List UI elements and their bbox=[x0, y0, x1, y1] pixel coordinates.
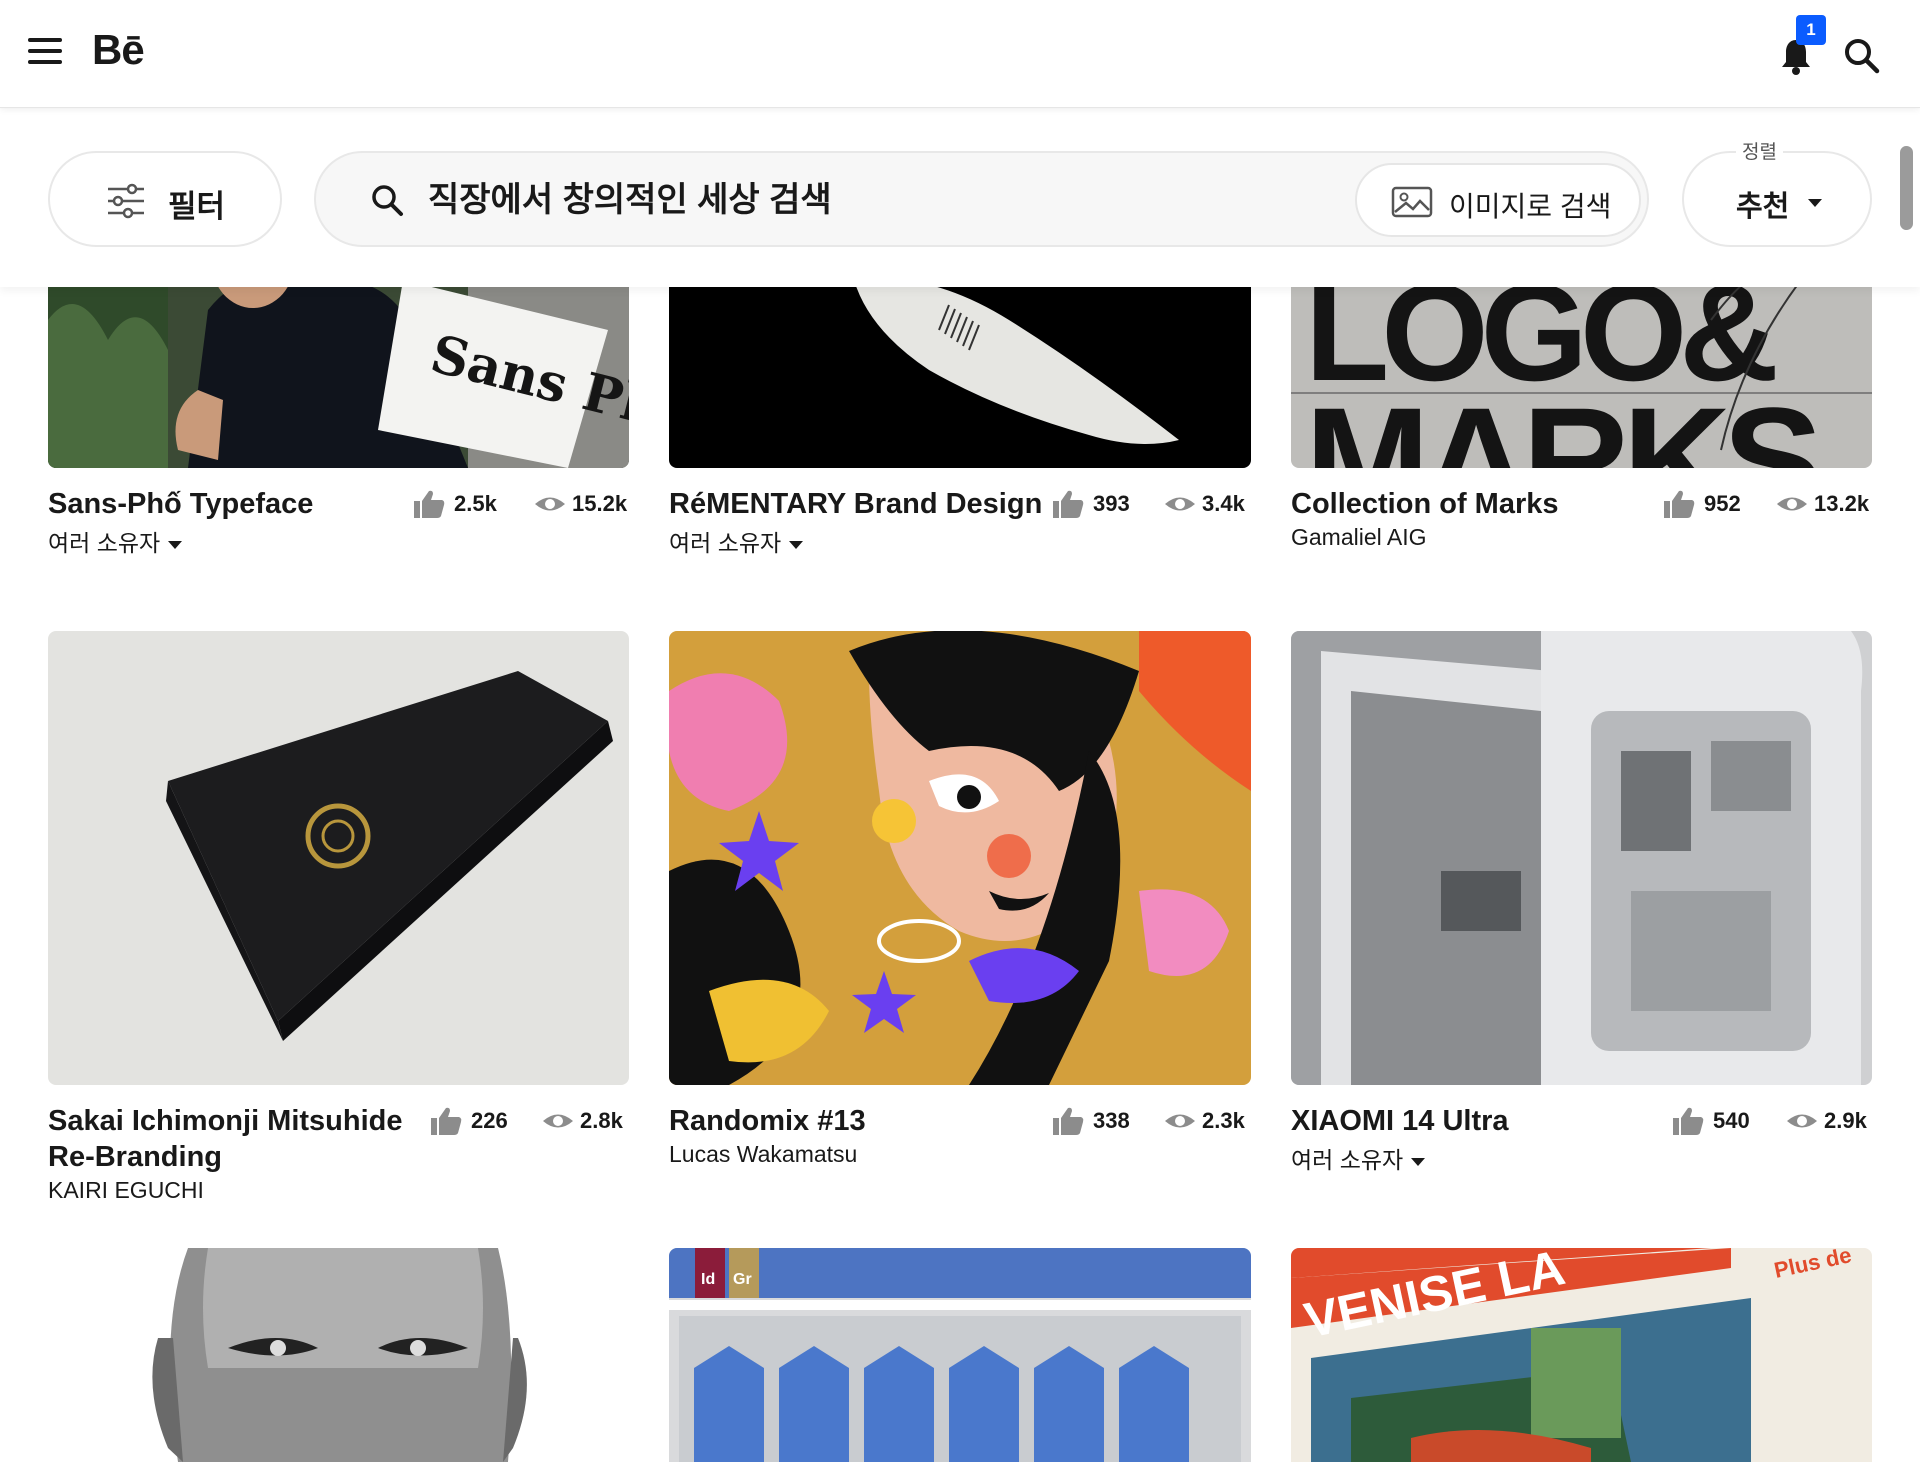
like-count: 952 bbox=[1662, 488, 1748, 520]
project-owner[interactable]: 여러 소유자 bbox=[1291, 1141, 1426, 1175]
chevron-down-icon bbox=[1411, 1157, 1426, 1166]
chevron-down-icon bbox=[1808, 199, 1822, 207]
view-count: 2.9k bbox=[1786, 1105, 1874, 1137]
search-bar: 이미지로 검색 bbox=[314, 151, 1649, 247]
thumbnail-image: Id Gr bbox=[669, 1248, 1251, 1462]
badge-id-text: Id bbox=[701, 1271, 715, 1288]
project-owner[interactable]: Lucas Wakamatsu bbox=[669, 1141, 857, 1168]
sort-caption: 정렬 bbox=[1736, 137, 1783, 164]
thumbs-up-icon bbox=[1673, 1107, 1704, 1135]
view-count: 13.2k bbox=[1776, 488, 1872, 520]
view-count: 2.3k bbox=[1164, 1105, 1252, 1137]
filter-label: 필터 bbox=[168, 189, 226, 224]
chevron-down-icon bbox=[168, 540, 183, 549]
menu-icon[interactable] bbox=[28, 38, 62, 68]
project-title[interactable]: Sans-Phố Typeface bbox=[48, 486, 313, 522]
chevron-down-icon bbox=[789, 540, 804, 549]
thumbs-up-icon bbox=[1664, 490, 1695, 518]
thumbs-up-icon bbox=[414, 490, 445, 518]
thumbnail-image bbox=[1291, 631, 1872, 1085]
badge-gr-text: Gr bbox=[733, 1271, 752, 1288]
project-owner[interactable]: 여러 소유자 bbox=[48, 524, 183, 558]
project-thumbnail[interactable]: VENISE LA Plus de bbox=[1291, 1248, 1872, 1462]
search-input[interactable] bbox=[428, 173, 1208, 227]
view-count: 15.2k bbox=[534, 488, 630, 520]
thumbs-up-icon bbox=[1053, 1107, 1084, 1135]
thumbnail-image: VENISE LA Plus de bbox=[1291, 1248, 1872, 1462]
eye-icon bbox=[543, 1114, 573, 1128]
search-icon[interactable] bbox=[1842, 36, 1882, 76]
like-count: 540 bbox=[1671, 1105, 1757, 1137]
like-count: 393 bbox=[1051, 488, 1137, 520]
project-title[interactable]: RéMENTARY Brand Design bbox=[669, 486, 1042, 522]
project-title[interactable]: Randomix #13 bbox=[669, 1103, 866, 1139]
top-navigation-bar: Bē 1 bbox=[0, 0, 1920, 108]
like-count: 226 bbox=[429, 1105, 515, 1137]
project-title[interactable]: Collection of Marks bbox=[1291, 486, 1559, 522]
thumbnail-image bbox=[48, 631, 629, 1085]
thumbs-up-icon bbox=[1053, 490, 1084, 518]
project-title[interactable]: Sakai Ichimonji Mitsuhide Re-Branding bbox=[48, 1103, 403, 1175]
eye-icon bbox=[1165, 1114, 1195, 1128]
image-search-button[interactable]: 이미지로 검색 bbox=[1355, 163, 1641, 237]
project-thumbnail[interactable] bbox=[48, 631, 629, 1085]
project-thumbnail[interactable]: Id Gr bbox=[669, 1248, 1251, 1462]
thumbs-up-icon bbox=[431, 1107, 462, 1135]
scrollbar[interactable] bbox=[1900, 146, 1913, 230]
thumbnail-image bbox=[48, 1248, 629, 1462]
project-owner[interactable]: Gamaliel AIG bbox=[1291, 524, 1427, 551]
sort-value: 추천 bbox=[1736, 191, 1790, 223]
project-owner[interactable]: 여러 소유자 bbox=[669, 524, 804, 558]
sort-dropdown[interactable]: 추천 bbox=[1682, 151, 1872, 247]
project-thumbnail[interactable] bbox=[1291, 631, 1872, 1085]
project-thumbnail[interactable] bbox=[48, 1248, 629, 1462]
thumbnail-image bbox=[669, 631, 1251, 1085]
notification-badge: 1 bbox=[1796, 15, 1826, 45]
image-search-label: 이미지로 검색 bbox=[1449, 191, 1612, 222]
view-count: 3.4k bbox=[1164, 488, 1252, 520]
like-count: 338 bbox=[1051, 1105, 1137, 1137]
like-count: 2.5k bbox=[412, 488, 504, 520]
project-thumbnail[interactable] bbox=[669, 631, 1251, 1085]
view-count: 2.8k bbox=[542, 1105, 630, 1137]
project-owner[interactable]: KAIRI EGUCHI bbox=[48, 1177, 204, 1204]
eye-icon bbox=[1165, 497, 1195, 511]
eye-icon bbox=[1787, 1114, 1817, 1128]
project-title[interactable]: XIAOMI 14 Ultra bbox=[1291, 1103, 1509, 1139]
filter-button[interactable]: 필터 bbox=[48, 151, 282, 247]
image-icon bbox=[1391, 186, 1433, 218]
behance-logo[interactable]: Bē bbox=[92, 26, 145, 74]
logo-marks-text-2: MARKS bbox=[1305, 376, 1818, 468]
eye-icon bbox=[535, 497, 565, 511]
search-icon bbox=[372, 185, 403, 216]
eye-icon bbox=[1777, 497, 1807, 511]
search-filter-bar: 필터 이미지로 검색 정렬 추천 bbox=[0, 109, 1920, 287]
filter-sliders-icon bbox=[108, 183, 144, 219]
